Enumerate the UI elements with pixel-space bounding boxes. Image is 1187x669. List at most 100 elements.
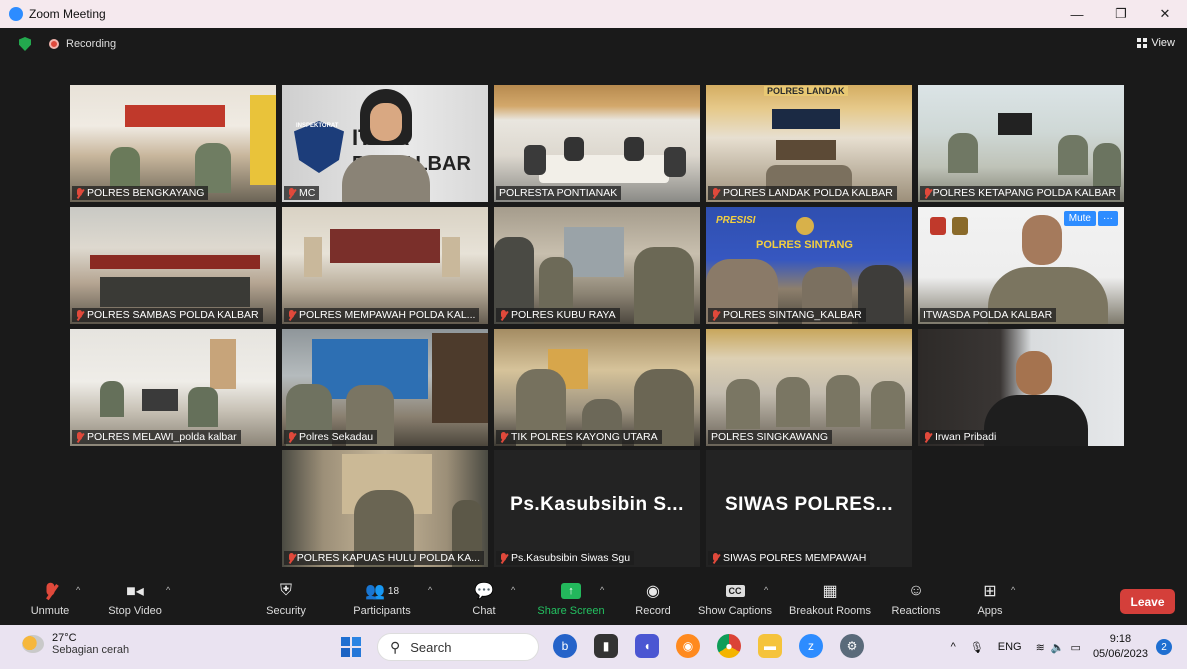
chevron-up-icon[interactable]: ^ <box>511 585 515 595</box>
mic-off-icon <box>75 187 84 199</box>
more-options-button[interactable]: ··· <box>1098 211 1118 226</box>
weather-widget[interactable]: 27°C Sebagian cerah <box>22 632 129 656</box>
meeting-topbar: Recording View <box>0 28 1187 60</box>
participant-name: SIWAS POLRES MEMPAWAH <box>708 551 871 565</box>
reactions-button[interactable]: ☺ Reactions <box>890 579 942 623</box>
mic-off-icon <box>711 187 720 199</box>
apps-button[interactable]: ⊞ Apps ^ <box>975 579 1015 623</box>
taskbar-search[interactable]: ⚲ Search <box>377 633 539 661</box>
chevron-up-icon[interactable]: ^ <box>166 585 170 595</box>
reactions-icon: ☺ <box>907 582 925 599</box>
language-indicator[interactable]: ENG <box>998 641 1022 653</box>
mute-button[interactable]: Mute <box>1063 211 1096 226</box>
window-title: Zoom Meeting <box>29 7 106 21</box>
recording-icon[interactable] <box>49 39 59 49</box>
date: 05/06/2023 <box>1092 648 1148 660</box>
show-captions-button[interactable]: CC Show Captions ^ <box>696 579 774 623</box>
participant-display-name: SIWAS POLRES... <box>725 494 893 515</box>
participants-icon: 👥 18 <box>364 583 400 600</box>
settings-gear-icon[interactable]: ⚙ <box>840 634 864 658</box>
video-tile-active-speaker[interactable]: Mute ··· ITWASDA POLDA KALBAR <box>918 207 1124 324</box>
video-tile[interactable]: POLRES MEMPAWAH POLDA KAL... <box>282 207 488 324</box>
bing-icon[interactable]: b <box>553 634 577 658</box>
breakout-rooms-button[interactable]: ▦ Breakout Rooms <box>787 579 873 623</box>
video-tile[interactable]: POLRES KUBU RAYA <box>494 207 700 324</box>
unmute-button[interactable]: Unmute ^ <box>26 579 80 623</box>
firefox-icon[interactable]: ◉ <box>676 634 700 658</box>
participant-name: POLRES SINTANG_KALBAR <box>708 308 866 322</box>
video-tile[interactable]: POLRES BENGKAYANG <box>70 85 276 202</box>
zoom-logo-icon <box>9 7 23 21</box>
chevron-up-icon[interactable]: ^ <box>951 641 956 653</box>
security-button[interactable]: ⛨ Security <box>263 579 309 623</box>
task-view-icon[interactable]: ▮ <box>594 634 618 658</box>
video-tile[interactable]: POLRES SINGKAWANG <box>706 329 912 446</box>
microphone-icon[interactable]: 🎙 <box>970 641 984 654</box>
battery-icon[interactable]: ▭ <box>1071 641 1081 654</box>
video-tile[interactable]: POLRES SAMBAS POLDA KALBAR <box>70 207 276 324</box>
zoom-app-icon[interactable]: z <box>799 634 823 658</box>
windows-start-icon[interactable] <box>341 637 361 657</box>
partly-sunny-icon <box>22 635 44 653</box>
close-button[interactable]: ✕ <box>1143 0 1187 28</box>
notification-badge[interactable]: 2 <box>1156 639 1172 655</box>
chat-bubble-icon: 💬 <box>474 583 494 600</box>
participant-name: TIK POLRES KAYONG UTARA <box>496 430 662 444</box>
minimize-button[interactable]: — <box>1055 0 1099 28</box>
participant-name: POLRES LANDAK POLDA KALBAR <box>708 186 897 200</box>
chevron-up-icon[interactable]: ^ <box>76 585 80 595</box>
chevron-up-icon[interactable]: ^ <box>1011 585 1015 595</box>
stop-video-label: Stop Video <box>108 605 162 617</box>
participant-name: Ps.Kasubsibin Siwas Sgu <box>496 551 635 565</box>
recording-label: Recording <box>66 38 117 50</box>
video-tile[interactable]: POLRES LANDAK POLRES LANDAK POLDA KALBAR <box>706 85 912 202</box>
participant-name: POLRES KAPUAS HULU POLDA KA... <box>284 551 484 565</box>
meeting-toolbar: Unmute ^ ■◂ Stop Video ^ ⛨ Security 👥 18 … <box>0 576 1187 625</box>
record-button[interactable]: ◉ Record <box>634 579 672 623</box>
video-tile[interactable]: POLRES KETAPANG POLDA KALBAR <box>918 85 1124 202</box>
participants-count: 18 <box>387 585 400 597</box>
view-button[interactable]: View <box>1137 37 1175 49</box>
file-explorer-icon[interactable]: ▬ <box>758 634 782 658</box>
participants-label: Participants <box>353 605 411 617</box>
breakout-rooms-label: Breakout Rooms <box>789 605 871 617</box>
chevron-up-icon[interactable]: ^ <box>428 585 432 595</box>
share-screen-button[interactable]: ↑ Share Screen ^ <box>536 579 606 623</box>
time: 9:18 <box>1109 633 1132 645</box>
video-tile[interactable]: Polres Sekadau <box>282 329 488 446</box>
video-tile[interactable]: POLRES MELAWI_polda kalbar <box>70 329 276 446</box>
record-icon: ◉ <box>646 583 660 600</box>
video-tile-off[interactable]: Ps.Kasubsibin S... Ps.Kasubsibin Siwas S… <box>494 450 700 567</box>
participants-button[interactable]: 👥 18 Participants ^ <box>350 579 432 623</box>
share-screen-icon: ↑ <box>561 579 581 603</box>
share-screen-label: Share Screen <box>537 605 605 617</box>
window-titlebar: Zoom Meeting — ❐ ✕ <box>0 0 1187 28</box>
video-tile[interactable]: INSPEKTORAT IT DA PO KALBAR MC <box>282 85 488 202</box>
video-tile[interactable]: POLRES KAPUAS HULU POLDA KA... <box>282 450 488 567</box>
video-tile[interactable]: TIK POLRES KAYONG UTARA <box>494 329 700 446</box>
leave-button[interactable]: Leave <box>1120 589 1175 614</box>
video-tile[interactable]: Irwan Pribadi <box>918 329 1124 446</box>
chevron-up-icon[interactable]: ^ <box>764 585 768 595</box>
encryption-shield-icon[interactable] <box>19 37 31 51</box>
video-tile[interactable]: POLRESTA PONTIANAK <box>494 85 700 202</box>
video-tile[interactable]: PRESISI POLRES SINTANG POLRES SINTANG_KA… <box>706 207 912 324</box>
mic-off-icon <box>287 187 296 199</box>
chat-label: Chat <box>472 605 496 617</box>
participant-display-name: Ps.Kasubsibin S... <box>510 494 684 515</box>
restore-button[interactable]: ❐ <box>1099 0 1143 28</box>
participant-name: POLRES BENGKAYANG <box>72 186 209 200</box>
stop-video-button[interactable]: ■◂ Stop Video ^ <box>104 579 170 623</box>
chrome-icon[interactable]: ● <box>717 634 741 658</box>
clock[interactable]: 9:18 05/06/2023 <box>1093 632 1148 662</box>
meet-icon[interactable]: ◖ <box>635 634 659 658</box>
volume-icon[interactable]: 🔈 <box>1051 641 1065 654</box>
mic-off-icon <box>499 552 508 564</box>
security-shield-icon: ⛨ <box>279 582 292 599</box>
video-tile-off[interactable]: SIWAS POLRES... SIWAS POLRES MEMPAWAH <box>706 450 912 567</box>
banner-text: POLRES LANDAK <box>764 86 848 96</box>
chevron-up-icon[interactable]: ^ <box>600 585 604 595</box>
participant-name: POLRESTA PONTIANAK <box>496 186 622 200</box>
wifi-icon[interactable]: ≋ <box>1036 641 1045 654</box>
chat-button[interactable]: 💬 Chat ^ <box>469 579 515 623</box>
